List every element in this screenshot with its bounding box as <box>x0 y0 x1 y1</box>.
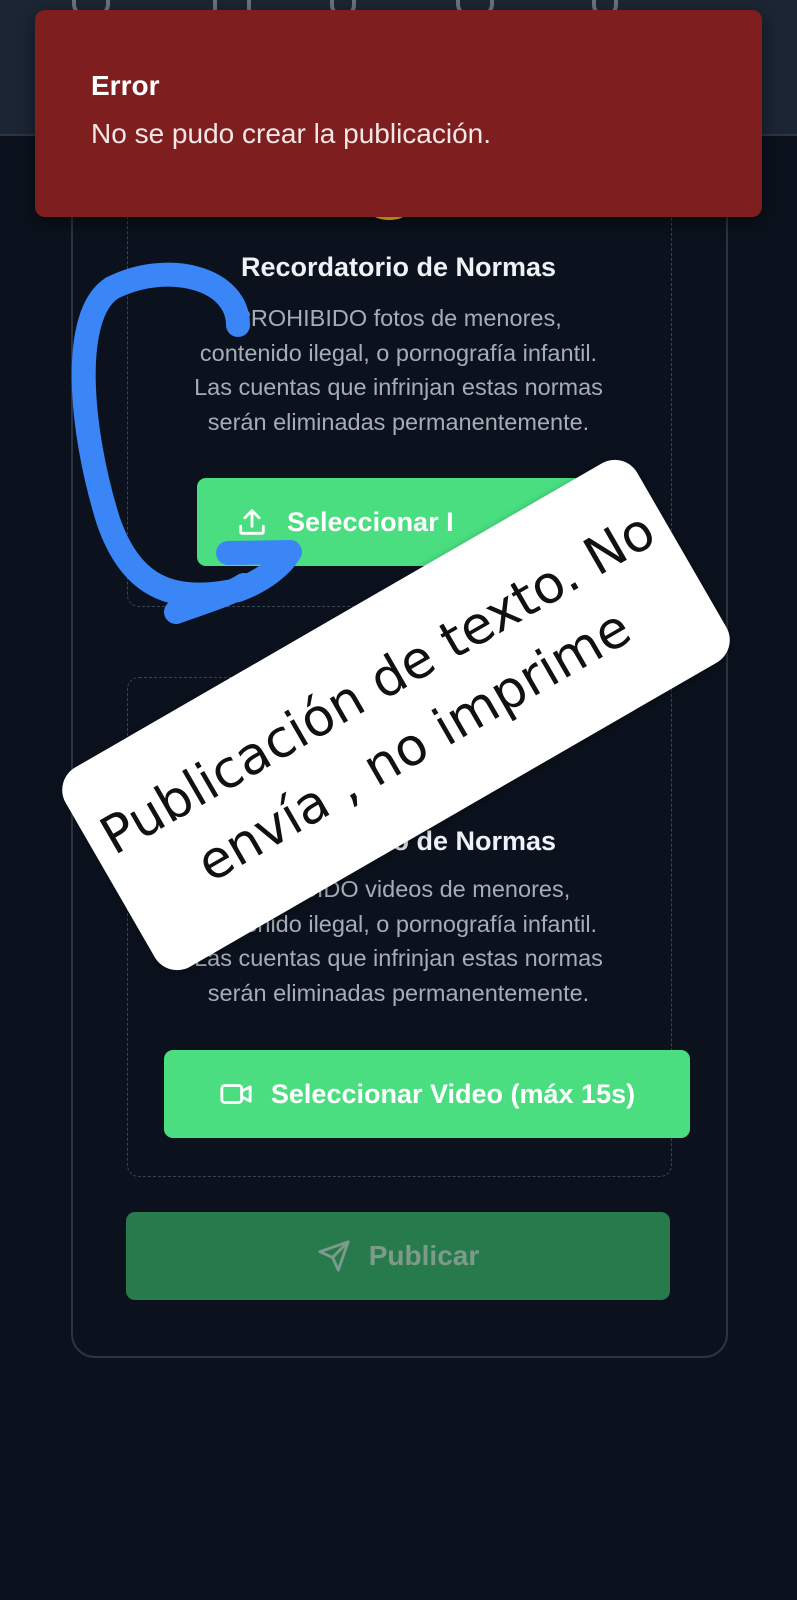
select-video-label: Seleccionar Video (máx 15s) <box>270 1078 636 1109</box>
app-screen: Recordatorio de Normas PROHIBIDO fotos d… <box>0 0 797 1600</box>
upload-icon <box>239 509 265 535</box>
rules-text: PROHIBIDO fotos de menores, contenido il… <box>127 301 670 439</box>
rules-line: PROHIBIDO fotos de menores, <box>235 305 562 331</box>
select-image-label: Seleccionar I <box>287 506 454 537</box>
toast-message: No se pudo crear la publicación. <box>91 118 492 149</box>
rules-title: Recordatorio de Normas <box>240 252 557 282</box>
publish-label: Publicar <box>368 1240 480 1271</box>
rules-line: contenido ilegal, o pornografía infantil… <box>199 339 598 366</box>
video-camera-icon <box>220 1084 252 1104</box>
error-toast[interactable]: Error No se pudo crear la publicación. <box>35 10 762 217</box>
rules-line: Las cuentas que infrinjan estas normas <box>194 374 603 400</box>
publish-button[interactable]: Publicar <box>126 1212 670 1300</box>
select-video-button[interactable]: Seleccionar Video (máx 15s) <box>164 1050 690 1138</box>
toast-title: Error <box>91 70 160 101</box>
rules-line: serán eliminadas permanentemente. <box>207 408 590 435</box>
send-icon <box>318 1240 350 1272</box>
rules-line: serán eliminadas permanentemente. <box>207 979 590 1006</box>
